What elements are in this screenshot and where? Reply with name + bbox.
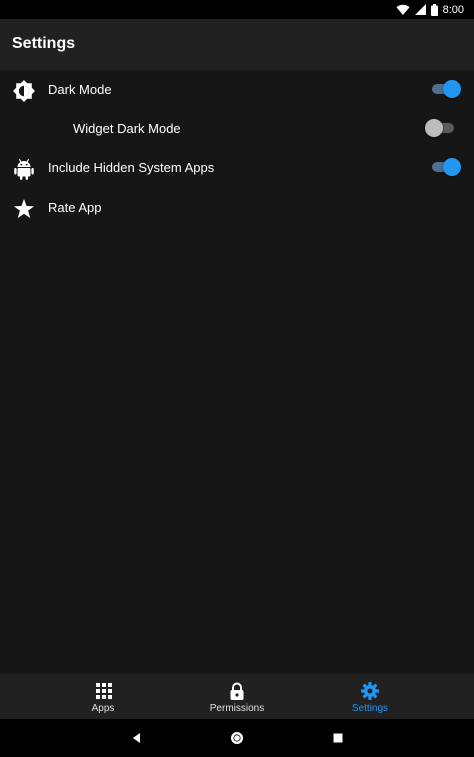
- toggle-thumb: [425, 119, 443, 137]
- grid-icon: [96, 683, 112, 699]
- setting-row-dark-mode[interactable]: Dark Mode: [0, 70, 474, 110]
- android-icon: [14, 158, 34, 180]
- setting-row-hidden-system-apps[interactable]: Include Hidden System Apps: [0, 148, 474, 188]
- page-title: Settings: [12, 35, 76, 52]
- hidden-system-apps-label: Include Hidden System Apps: [48, 160, 215, 175]
- nav-label-settings: Settings: [351, 703, 389, 714]
- rate-app-label: Rate App: [48, 200, 102, 215]
- hidden-system-apps-toggle[interactable]: [430, 157, 461, 177]
- setting-row-widget-dark-mode[interactable]: Widget Dark Mode: [0, 109, 474, 149]
- setting-row-rate-app[interactable]: Rate App: [0, 188, 474, 228]
- signal-icon: [414, 4, 426, 15]
- dark-mode-label: Dark Mode: [48, 82, 112, 97]
- bottom-navigation: Apps Permissions Settings: [0, 674, 474, 719]
- home-icon[interactable]: [227, 728, 247, 748]
- widget-dark-mode-toggle[interactable]: [425, 118, 456, 138]
- app-bar: Settings: [0, 19, 474, 70]
- status-icons: 8:00: [396, 2, 464, 17]
- nav-item-settings[interactable]: Settings: [291, 674, 449, 719]
- status-bar: 8:00: [0, 0, 474, 19]
- star-icon: [14, 199, 34, 218]
- brightness-icon: [13, 80, 35, 102]
- toggle-thumb: [443, 80, 461, 98]
- toggle-thumb: [443, 158, 461, 176]
- dark-mode-toggle[interactable]: [430, 79, 461, 99]
- gear-icon: [361, 682, 379, 700]
- wifi-icon: [396, 4, 410, 15]
- battery-icon: [430, 3, 438, 16]
- back-icon[interactable]: [127, 728, 147, 748]
- status-time: 8:00: [442, 3, 464, 16]
- screen: 8:00 Settings Dark Mode Widget Dark Mode: [0, 0, 474, 757]
- lock-icon: [230, 682, 244, 700]
- system-navigation-bar: [0, 719, 474, 757]
- widget-dark-mode-label: Widget Dark Mode: [73, 121, 181, 136]
- recents-icon[interactable]: [328, 728, 348, 748]
